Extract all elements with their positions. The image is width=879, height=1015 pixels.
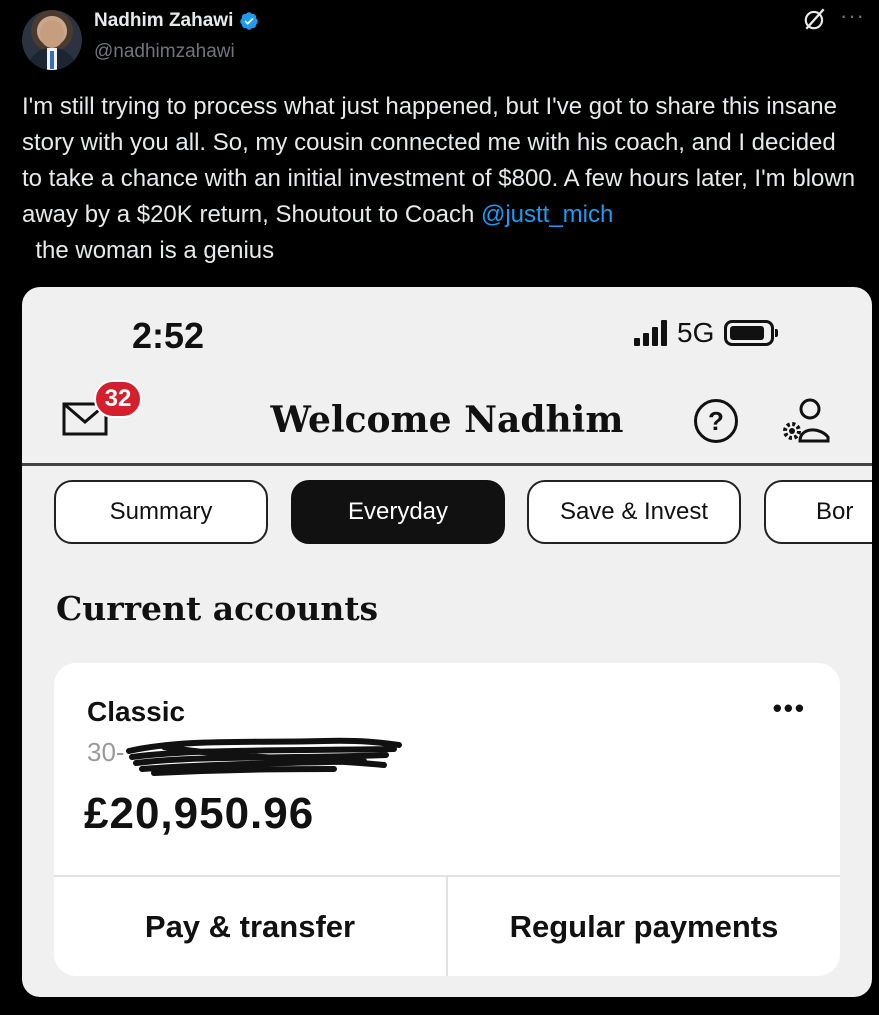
tab-borrow[interactable]: Bor <box>764 480 872 544</box>
tweet-media-image[interactable]: 2:52 5G 32 Welcome Nadhim ? Summary Ever… <box>22 287 872 997</box>
tweet-actions-top: ··· <box>802 5 865 32</box>
signal-strength-icon <box>634 320 667 346</box>
network-type: 5G <box>677 317 715 348</box>
tab-everyday[interactable]: Everyday <box>291 480 505 544</box>
author-handle[interactable]: @nadhimzahawi <box>94 41 235 63</box>
account-balance: £20,950.96 <box>84 789 315 838</box>
author-avatar[interactable] <box>22 10 82 70</box>
welcome-title: Welcome Nadhim <box>270 399 624 441</box>
author-name-row[interactable]: Nadhim Zahawi <box>94 10 259 32</box>
status-bar-right: 5G <box>634 317 779 349</box>
profile-settings-icon[interactable] <box>780 397 832 445</box>
account-card[interactable]: Classic ••• 30- £20,950.96 Pay & transfe… <box>54 663 840 976</box>
tweet-text-part-2: the woman is a genius <box>22 237 275 264</box>
tab-save-invest[interactable]: Save & Invest <box>527 480 741 544</box>
tweet-text: I'm still trying to process what just ha… <box>22 89 862 269</box>
status-time: 2:52 <box>132 315 205 356</box>
account-menu-icon[interactable]: ••• <box>773 693 806 724</box>
more-icon[interactable]: ··· <box>840 5 865 27</box>
help-icon[interactable]: ? <box>694 399 738 443</box>
author-name[interactable]: Nadhim Zahawi <box>94 10 233 32</box>
mention-link[interactable]: @justt_mich <box>481 201 613 228</box>
tab-summary[interactable]: Summary <box>54 480 268 544</box>
redaction-scribble <box>126 737 402 776</box>
section-title: Current accounts <box>56 589 379 628</box>
account-name: Classic <box>87 696 186 727</box>
pay-transfer-button[interactable]: Pay & transfer <box>54 877 446 976</box>
avatar-tie <box>50 51 54 69</box>
verified-badge-icon <box>240 12 259 30</box>
regular-payments-button[interactable]: Regular payments <box>448 877 840 976</box>
grok-icon[interactable] <box>802 6 828 32</box>
battery-icon <box>724 320 779 346</box>
tweet-text-part-1: I'm still trying to process what just ha… <box>22 93 856 228</box>
header-divider <box>22 463 872 466</box>
sort-code: 30- <box>87 737 125 767</box>
avatar-face <box>40 20 64 48</box>
